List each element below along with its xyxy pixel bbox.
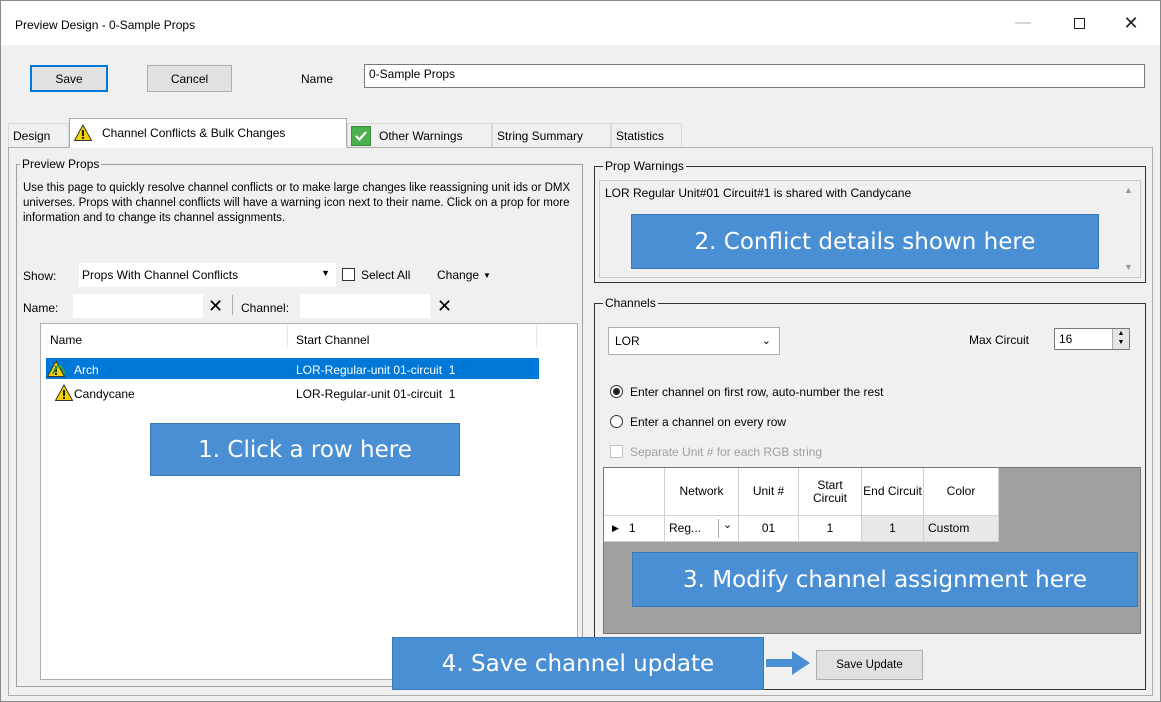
grid-cell-color[interactable]: Custom <box>924 516 999 542</box>
callout-save-update: 4. Save channel update <box>392 637 764 690</box>
radio-every-row[interactable] <box>610 415 623 428</box>
filter-divider <box>232 295 233 315</box>
grid-cell-network[interactable]: Reg... ⌄ <box>665 516 739 542</box>
grid-cell-start-circuit[interactable]: 1 <box>799 516 862 542</box>
separate-unit-checkbox[interactable] <box>610 445 623 458</box>
maximize-icon <box>1073 17 1085 29</box>
channel-filter-input[interactable] <box>300 294 430 318</box>
window-title: Preview Design - 0-Sample Props <box>15 18 196 32</box>
row-start-channel: LOR-Regular-unit 01-circuit 1 <box>296 363 456 377</box>
grid-header-unit[interactable]: Unit # <box>739 468 799 516</box>
radio-auto-number-label: Enter channel on first row, auto-number … <box>630 385 884 399</box>
tab-label: Statistics <box>616 128 665 143</box>
show-dropdown[interactable]: Props With Channel Conflicts ▼ <box>79 263 336 287</box>
warning-icon <box>74 124 92 141</box>
check-icon <box>351 125 371 146</box>
prop-warnings-message: LOR Regular Unit#01 Circuit#1 is shared … <box>605 186 912 200</box>
cancel-button[interactable]: Cancel <box>147 65 232 92</box>
network-dropdown[interactable]: LOR ⌄ <box>608 327 780 355</box>
max-circuit-label: Max Circuit <box>969 333 1030 347</box>
tab-label: Design <box>13 128 51 143</box>
save-button[interactable]: Save <box>30 65 108 92</box>
show-dropdown-value: Props With Channel Conflicts <box>82 268 239 282</box>
show-label: Show: <box>23 269 57 283</box>
column-header-start-channel[interactable]: Start Channel <box>296 333 369 347</box>
callout-modify-channel: 3. Modify channel assignment here <box>632 552 1138 607</box>
grid-corner <box>604 468 665 516</box>
callout-click-row: 1. Click a row here <box>150 423 460 476</box>
column-divider <box>287 325 288 347</box>
max-circuit-spinner[interactable]: ▲ ▼ <box>1112 329 1129 349</box>
row-name: Candycane <box>74 387 135 401</box>
prop-warnings-legend: Prop Warnings <box>603 159 686 173</box>
select-all-checkbox[interactable] <box>342 268 355 281</box>
row-name: Arch <box>74 363 99 377</box>
callout-conflict-details: 2. Conflict details shown here <box>631 214 1099 269</box>
scroll-down-icon[interactable]: ▼ <box>1124 262 1133 272</box>
change-label: Change <box>437 268 480 282</box>
clear-name-filter-button[interactable]: ✕ <box>208 296 223 317</box>
tab-design[interactable]: Design <box>8 123 69 147</box>
chevron-down-icon[interactable]: ⌄ <box>718 519 736 538</box>
name-filter-input[interactable] <box>73 294 203 318</box>
clear-channel-filter-button[interactable]: ✕ <box>437 296 452 317</box>
channel-filter-label: Channel: <box>241 301 290 315</box>
save-update-button[interactable]: Save Update <box>816 650 923 680</box>
title-bar: Preview Design - 0-Sample Props <box>1 1 1160 45</box>
close-icon: ✕ <box>1123 12 1139 33</box>
name-input[interactable]: 0-Sample Props <box>364 64 1145 88</box>
chevron-down-icon: ▼ <box>321 268 330 278</box>
scroll-up-icon[interactable]: ▲ <box>1124 185 1133 195</box>
chevron-down-icon: ⌄ <box>761 335 771 347</box>
tab-label: String Summary <box>497 128 584 143</box>
tab-label: Channel Conflicts & Bulk Changes <box>102 126 286 140</box>
name-label: Name <box>301 72 334 86</box>
chevron-down-icon: ▼ <box>483 271 491 280</box>
close-window-button[interactable]: ✕ <box>1108 8 1154 38</box>
tab-channel-conflicts[interactable]: Channel Conflicts & Bulk Changes <box>69 118 347 148</box>
row-start-channel: LOR-Regular-unit 01-circuit 1 <box>296 387 456 401</box>
select-all-label: Select All <box>361 268 411 282</box>
grid-header-end-circuit[interactable]: End Circuit <box>862 468 924 516</box>
tab-label: Other Warnings <box>379 128 463 143</box>
column-divider <box>536 325 537 347</box>
separate-unit-label: Separate Unit # for each RGB string <box>630 445 823 459</box>
row-pointer-icon: ▶ <box>612 523 619 533</box>
grid-header-start-circuit[interactable]: Start Circuit <box>799 468 862 516</box>
preview-props-description: Use this page to quickly resolve channel… <box>23 182 571 224</box>
grid-row-index: 1 <box>628 521 636 535</box>
spin-down-icon[interactable]: ▼ <box>1113 338 1129 347</box>
tab-statistics[interactable]: Statistics <box>611 123 682 147</box>
grid-network-value: Reg... <box>669 521 702 535</box>
tab-other-warnings[interactable]: Other Warnings <box>347 123 492 147</box>
radio-auto-number[interactable] <box>610 385 623 398</box>
name-filter-label: Name: <box>23 301 59 315</box>
grid-cell-unit[interactable]: 01 <box>739 516 799 542</box>
channels-legend: Channels <box>603 296 658 310</box>
change-menu-button[interactable]: Change ▼ <box>437 268 491 282</box>
tab-string-summary[interactable]: String Summary <box>492 123 611 147</box>
clear-icon: ✕ <box>208 296 224 316</box>
arrow-right-icon <box>766 651 810 675</box>
preview-props-legend: Preview Props <box>20 157 102 171</box>
grid-header-color[interactable]: Color <box>924 468 999 516</box>
grid-header-network[interactable]: Network <box>665 468 739 516</box>
minimize-icon: — <box>1015 14 1031 31</box>
arch-prop-icon <box>52 365 66 375</box>
column-header-name[interactable]: Name <box>50 333 82 347</box>
network-dropdown-value: LOR <box>615 334 640 348</box>
grid-row-header[interactable]: ▶ 1 <box>604 516 665 542</box>
minimize-button[interactable]: — <box>1000 8 1046 38</box>
warning-icon <box>55 384 73 401</box>
table-row[interactable] <box>46 358 539 379</box>
clear-icon: ✕ <box>437 296 453 316</box>
grid-cell-end-circuit: 1 <box>862 516 924 542</box>
spin-up-icon[interactable]: ▲ <box>1113 329 1129 338</box>
radio-every-row-label: Enter a channel on every row <box>630 415 787 429</box>
maximize-button[interactable] <box>1056 8 1102 38</box>
